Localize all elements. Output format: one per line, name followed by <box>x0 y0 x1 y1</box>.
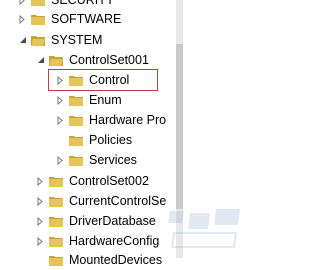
tree-item-label: HardwareConfig <box>69 234 160 248</box>
tree-item-label: Hardware Pro <box>89 113 167 127</box>
tree-item-software[interactable]: SOFTWARE <box>18 9 121 29</box>
tree-item-services[interactable]: Services <box>56 150 137 170</box>
tree-expanded-icon[interactable] <box>18 33 27 47</box>
tree-collapsed-icon[interactable] <box>36 174 45 188</box>
watermark-logo <box>160 203 250 255</box>
tree-collapsed-icon[interactable] <box>18 12 27 26</box>
folder-icon <box>49 54 63 66</box>
folder-icon <box>69 154 83 166</box>
tree-item-label: CurrentControlSe <box>69 194 167 208</box>
folder-icon <box>31 13 45 25</box>
folder-icon <box>49 195 63 207</box>
tree-item-controlset001[interactable]: ControlSet001 <box>36 50 149 70</box>
tree-item-label: SOFTWARE <box>51 12 122 26</box>
tree-item-label: Policies <box>89 133 133 147</box>
tree-item-label: DriverDatabase <box>69 214 156 228</box>
tree-item-policies[interactable]: Policies <box>56 130 132 150</box>
scrollbar-thumb[interactable] <box>176 44 183 209</box>
folder-icon <box>69 134 83 146</box>
folder-icon <box>49 235 63 247</box>
tree-collapsed-icon[interactable] <box>36 214 45 228</box>
highlight-box <box>48 69 158 91</box>
folder-icon <box>31 0 45 6</box>
registry-tree: SECURITY SOFTWARE SYSTEM ControlSet001 C… <box>0 0 251 267</box>
folder-icon <box>69 94 83 106</box>
tree-collapsed-icon[interactable] <box>56 153 65 167</box>
folder-icon <box>69 114 83 126</box>
folder-icon <box>49 215 63 227</box>
tree-item-label: ControlSet001 <box>69 53 149 67</box>
tree-item-hardwareconfig[interactable]: HardwareConfig <box>36 231 159 251</box>
tree-collapsed-icon[interactable] <box>18 0 27 7</box>
folder-icon <box>49 175 63 187</box>
tree-item-hardware-profiles[interactable]: Hardware Pro <box>56 110 166 130</box>
tree-item-label: Services <box>89 153 137 167</box>
tree-collapsed-icon[interactable] <box>56 113 65 127</box>
tree-item-enum[interactable]: Enum <box>56 90 122 110</box>
folder-icon <box>31 34 45 46</box>
tree-item-driverdatabase[interactable]: DriverDatabase <box>36 211 156 231</box>
tree-collapsed-icon[interactable] <box>56 93 65 107</box>
tree-collapsed-icon[interactable] <box>36 234 45 248</box>
tree-item-controlset002[interactable]: ControlSet002 <box>36 171 149 191</box>
tree-item-label: ControlSet002 <box>69 174 149 188</box>
tree-item-system[interactable]: SYSTEM <box>18 30 102 50</box>
tree-item-currentcontrolset[interactable]: CurrentControlSe <box>36 191 166 211</box>
tree-item-label: MountedDevices <box>69 253 163 267</box>
tree-item-label: SYSTEM <box>51 33 103 47</box>
folder-icon <box>49 254 63 266</box>
tree-item-mounteddevices[interactable]: MountedDevices <box>36 250 162 270</box>
tree-collapsed-icon[interactable] <box>36 194 45 208</box>
tree-expanded-icon[interactable] <box>36 53 45 67</box>
tree-item-label: Enum <box>89 93 122 107</box>
